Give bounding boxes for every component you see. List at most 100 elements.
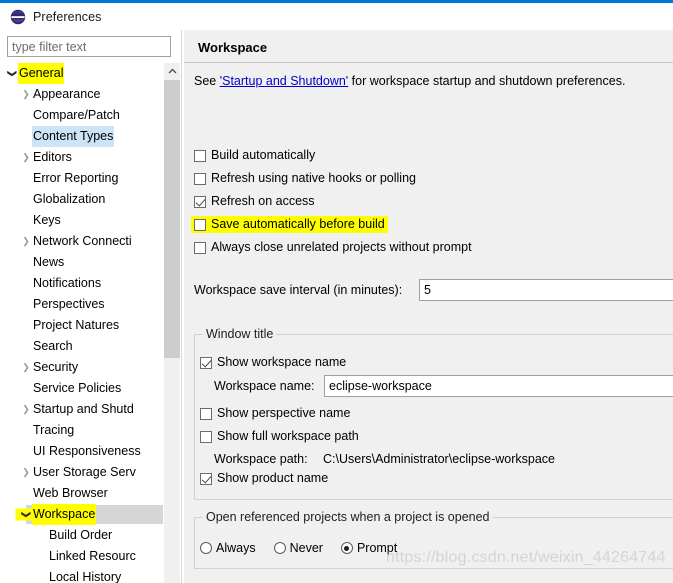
chevron-right-icon[interactable]: ❯ <box>20 399 32 420</box>
scroll-up-arrow-icon[interactable] <box>164 63 180 80</box>
sidebar-item-label: Build Order <box>49 528 113 542</box>
chevron-up-icon <box>168 68 177 74</box>
sidebar-item-label: Compare/Patch <box>33 108 120 122</box>
chevron-right-icon[interactable]: ❯ <box>20 231 32 252</box>
sidebar-item-label: Error Reporting <box>33 171 119 185</box>
scrollbar-thumb[interactable] <box>164 80 180 358</box>
sidebar-item-news[interactable]: News <box>0 252 163 273</box>
tree-vertical-scrollbar[interactable] <box>163 63 180 583</box>
page-title: Workspace <box>198 40 268 55</box>
window-title: Preferences <box>33 9 102 24</box>
sidebar-item-editors[interactable]: ❯ Editors <box>0 147 163 168</box>
workspace-name-label: Workspace name: <box>214 379 315 393</box>
eclipse-icon <box>10 9 26 24</box>
checkbox-label: Build automatically <box>211 148 316 162</box>
radio-always-label: Always <box>216 541 256 555</box>
sidebar-item-label: Perspectives <box>33 297 105 311</box>
title-bar: Preferences <box>0 3 673 30</box>
preferences-page: Workspace See 'Startup and Shutdown' for… <box>184 30 673 583</box>
sidebar-item-label: Search <box>33 339 73 353</box>
sidebar-item-network-connecti[interactable]: ❯ Network Connecti <box>0 231 163 252</box>
checkbox-always-close-unrelated-projects[interactable]: Always close unrelated projects without … <box>194 238 472 257</box>
sidebar-item-appearance[interactable]: ❯ Appearance <box>0 84 163 105</box>
sidebar-item-search[interactable]: Search <box>0 336 163 357</box>
sidebar-item-label: Startup and Shutd <box>33 402 134 416</box>
checkbox-box[interactable] <box>194 241 206 254</box>
checkbox-box[interactable] <box>194 172 206 185</box>
filter-input-wrapper[interactable]: type filter text <box>7 36 171 57</box>
radio-prompt-label: Prompt <box>356 541 398 555</box>
chevron-right-icon[interactable]: ❯ <box>20 147 32 168</box>
sidebar-item-perspectives[interactable]: Perspectives <box>0 294 163 315</box>
checkbox-label: Show workspace name <box>217 355 347 369</box>
sidebar-item-notifications[interactable]: Notifications <box>0 273 163 294</box>
checkbox-box[interactable] <box>194 218 206 231</box>
workspace-path-value: C:\Users\Administrator\eclipse-workspace <box>323 452 556 466</box>
checkbox-box[interactable] <box>200 407 212 420</box>
chevron-right-icon[interactable]: ❯ <box>20 84 32 105</box>
radio-never-label: Never <box>289 541 323 555</box>
checkbox-show-workspace-name[interactable]: Show workspace name <box>200 353 346 372</box>
chevron-right-icon[interactable]: ❯ <box>20 462 32 483</box>
sidebar-item-label: Tracing <box>33 423 75 437</box>
sidebar-item-globalization[interactable]: Globalization <box>0 189 163 210</box>
sidebar-item-general[interactable]: ❯ General <box>0 63 163 84</box>
checkbox-save-automatically-before-build[interactable]: Save automatically before build <box>191 215 388 234</box>
sidebar-item-ui-responsiveness[interactable]: UI Responsiveness <box>0 441 163 462</box>
pane-divider <box>181 30 182 583</box>
save-interval-input[interactable]: 5 <box>419 279 673 301</box>
sidebar-item-label: Content Types <box>32 126 115 147</box>
sidebar-item-label: Web Browser <box>33 486 108 500</box>
sidebar-item-label: Service Policies <box>33 381 122 395</box>
checkbox-show-perspective-name[interactable]: Show perspective name <box>200 404 350 423</box>
checkbox-box[interactable] <box>200 472 212 485</box>
sidebar-item-content-types[interactable]: Content Types <box>0 126 163 147</box>
radio-never[interactable] <box>273 542 286 554</box>
sidebar-item-user-storage-serv[interactable]: ❯ User Storage Serv <box>0 462 163 483</box>
sidebar-item-keys[interactable]: Keys <box>0 210 163 231</box>
sidebar-item-tracing[interactable]: Tracing <box>0 420 163 441</box>
checkbox-show-product-name[interactable]: Show product name <box>200 469 328 488</box>
sidebar-item-label: Linked Resourc <box>49 549 136 563</box>
sidebar-item-label: User Storage Serv <box>33 465 136 479</box>
checkbox-label: Show full workspace path <box>217 429 359 443</box>
sidebar-item-workspace[interactable]: ❯ Workspace <box>0 504 163 525</box>
radio-group-open-referenced: Always Never Prompt <box>200 541 397 555</box>
sidebar-item-service-policies[interactable]: Service Policies <box>0 378 163 399</box>
sidebar-item-security[interactable]: ❯ Security <box>0 357 163 378</box>
checkbox-box[interactable] <box>200 356 212 369</box>
preferences-sidebar: type filter text ❯ General ❯ Appearance Com… <box>0 30 180 583</box>
chevron-right-icon[interactable]: ❯ <box>20 357 32 378</box>
sidebar-item-label: Notifications <box>33 276 102 290</box>
startup-shutdown-link[interactable]: 'Startup and Shutdown' <box>220 74 348 88</box>
checkbox-build-automatically[interactable]: Build automatically <box>194 146 315 165</box>
sidebar-item-web-browser[interactable]: Web Browser <box>0 483 163 504</box>
radio-always[interactable] <box>200 542 212 554</box>
dialog-body: type filter text ❯ General ❯ Appearance Com… <box>0 30 673 583</box>
checkbox-show-full-workspace-path[interactable]: Show full workspace path <box>200 427 359 446</box>
sidebar-item-build-order[interactable]: Build Order <box>0 525 163 546</box>
sidebar-item-local-history[interactable]: Local History <box>0 567 163 583</box>
sidebar-item-error-reporting[interactable]: Error Reporting <box>0 168 163 189</box>
sidebar-item-linked-resourc[interactable]: Linked Resourc <box>0 546 163 567</box>
checkbox-label: Show perspective name <box>217 406 351 420</box>
checkbox-refresh-native-hooks[interactable]: Refresh using native hooks or polling <box>194 169 416 188</box>
checkbox-refresh-on-access[interactable]: Refresh on access <box>194 192 315 211</box>
workspace-name-input[interactable]: eclipse-workspace <box>324 375 673 397</box>
preferences-tree-list: ❯ General ❯ Appearance Compare/Patch Conten… <box>0 63 163 583</box>
sidebar-item-compare-patch[interactable]: Compare/Patch <box>0 105 163 126</box>
sidebar-item-startup-and-shutd[interactable]: ❯ Startup and Shutd <box>0 399 163 420</box>
radio-prompt[interactable] <box>340 542 353 554</box>
checkbox-box[interactable] <box>200 430 212 443</box>
checkbox-box[interactable] <box>194 195 206 208</box>
sidebar-item-project-natures[interactable]: Project Natures <box>0 315 163 336</box>
checkbox-box[interactable] <box>194 149 206 162</box>
